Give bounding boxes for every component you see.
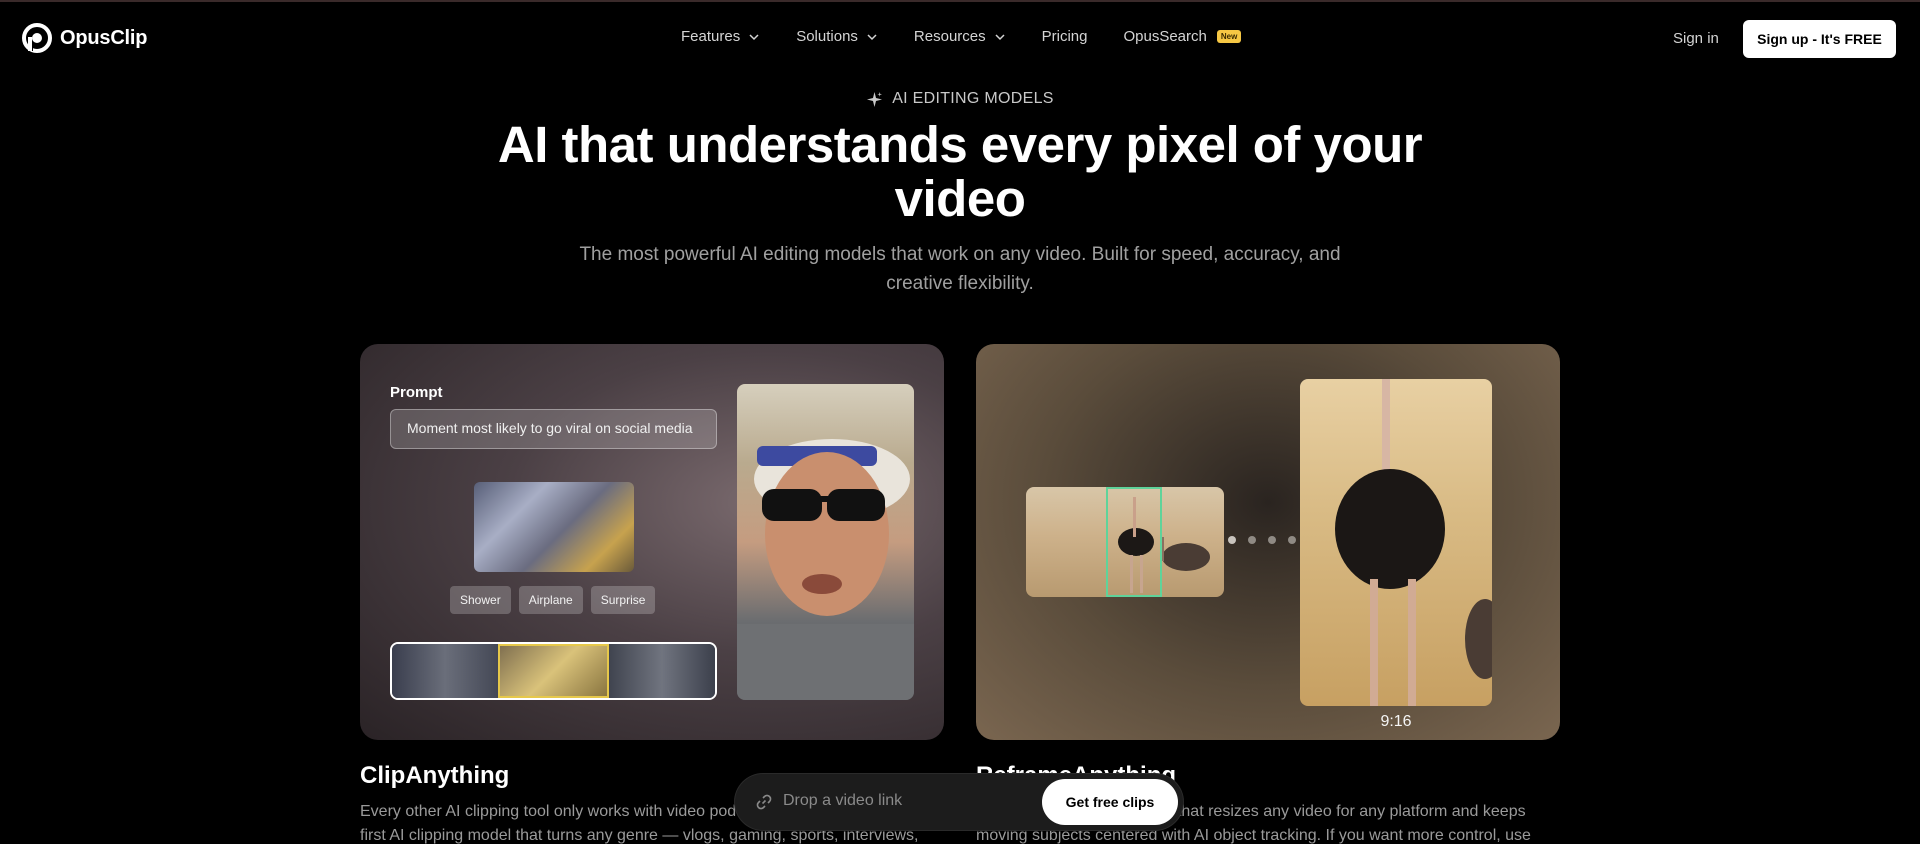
new-badge: New <box>1216 30 1242 43</box>
landscape-video-preview <box>1026 487 1224 597</box>
link-icon <box>756 794 772 810</box>
portrait-video-preview <box>737 384 914 700</box>
signin-link[interactable]: Sign in <box>1673 30 1719 47</box>
opusclip-logo-icon <box>22 23 52 53</box>
clipanything-demo-card: Prompt Moment most likely to go viral on… <box>360 344 944 740</box>
video-filmstrip[interactable] <box>390 642 717 700</box>
tag-shower[interactable]: Shower <box>450 586 511 614</box>
signup-button[interactable]: Sign up - It's FREE <box>1743 20 1896 58</box>
clipanything-title: ClipAnything <box>360 762 510 789</box>
chevron-down-icon <box>867 33 877 40</box>
aspect-ratio-text: 9:16 <box>1380 713 1412 730</box>
tag-surprise[interactable]: Surprise <box>590 586 656 614</box>
nav-resources-label: Resources <box>913 28 986 45</box>
nav-solutions-label: Solutions <box>796 28 858 45</box>
hero-eyebrow: AI EDITING MODELS <box>0 90 1920 108</box>
brand-logo[interactable]: OpusClip <box>22 23 147 53</box>
chevron-down-icon <box>749 33 759 40</box>
nav-opussearch[interactable]: OpusSearch New <box>1123 28 1242 45</box>
nav-resources[interactable]: Resources <box>914 28 1006 45</box>
filmstrip-frame[interactable] <box>608 644 715 698</box>
nav-pricing-label: Pricing <box>1041 28 1088 45</box>
person-illustration <box>737 439 914 700</box>
scene-tags: Shower Airplane Surprise <box>450 586 656 614</box>
brand-name: OpusClip <box>60 26 148 49</box>
tag-airplane[interactable]: Airplane <box>518 586 583 614</box>
nav-opussearch-label: OpusSearch <box>1123 28 1207 45</box>
filmstrip-frame-selected[interactable] <box>498 644 609 698</box>
video-link-dropbar: Drop a video link Get free clips <box>735 774 1183 830</box>
nav-solutions[interactable]: Solutions <box>796 28 878 45</box>
top-navigation: OpusClip Features Solutions Resources Pr… <box>0 2 1920 74</box>
prompt-label: Prompt <box>390 384 443 401</box>
reframeanything-demo-card: 9:16 <box>976 344 1560 740</box>
progress-dot <box>1228 536 1236 544</box>
ostrich-closeup-illustration <box>1335 379 1492 706</box>
progress-dots <box>1228 536 1296 544</box>
chevron-down-icon <box>995 33 1005 40</box>
hero-eyebrow-text: AI EDITING MODELS <box>892 90 1054 107</box>
progress-dot <box>1248 536 1256 544</box>
selected-clip-thumbnail <box>474 482 634 572</box>
nav-features[interactable]: Features <box>681 28 760 45</box>
nav-pricing[interactable]: Pricing <box>1042 28 1088 45</box>
prompt-input[interactable]: Moment most likely to go viral on social… <box>390 409 717 449</box>
vertical-video-preview <box>1300 379 1492 706</box>
video-link-input[interactable]: Drop a video link <box>783 792 902 810</box>
progress-dot <box>1288 536 1296 544</box>
hero-subhead: The most powerful AI editing models that… <box>579 244 1341 294</box>
nav-features-label: Features <box>681 28 741 45</box>
nav-links: Features Solutions Resources Pricing Opu… <box>681 28 1277 45</box>
sparkle-icon <box>867 91 883 107</box>
hero-headline: AI that understands every pixel of your … <box>497 116 1423 227</box>
progress-dot <box>1268 536 1276 544</box>
get-free-clips-button[interactable]: Get free clips <box>1042 779 1178 825</box>
object-tracking-box <box>1106 487 1162 597</box>
filmstrip-frame[interactable] <box>392 644 499 698</box>
